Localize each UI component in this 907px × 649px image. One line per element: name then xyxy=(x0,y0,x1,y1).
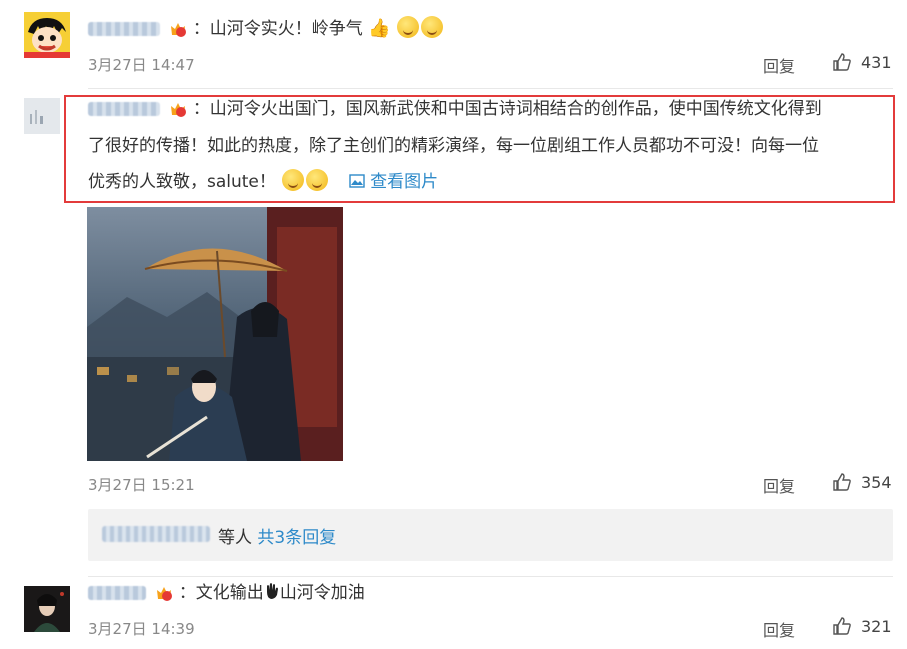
picture-icon xyxy=(349,174,365,188)
comment-time: 3月27日 14:47 xyxy=(88,56,195,74)
comment-text: ：山河令实火！岭争气 👍 xyxy=(88,12,444,46)
thumbs-up-icon[interactable] xyxy=(832,472,852,492)
divider xyxy=(88,88,893,89)
emoji-icon xyxy=(282,169,305,191)
comment-text: ：文化输出 山河令加油 xyxy=(88,576,365,610)
emoji-icon xyxy=(397,16,420,38)
like-count: 321 xyxy=(861,617,892,636)
reply-button[interactable]: 回复 xyxy=(763,53,795,77)
reply-button[interactable]: 回复 xyxy=(763,473,795,497)
view-picture-link[interactable]: 查看图片 xyxy=(349,172,438,192)
avatar[interactable] xyxy=(24,586,70,632)
username[interactable] xyxy=(88,102,160,116)
thumbs-up-icon[interactable] xyxy=(832,52,852,72)
thumbs-up-icon[interactable] xyxy=(832,616,852,636)
comment-text-line-1: ：山河令火出国门，国风新武侠和中国古诗词相结合的创作品，使中国传统文化得到 xyxy=(88,92,822,126)
comment-text-line-2: 了很好的传播！如此的热度，除了主创们的精彩演绎，每一位剧组工作人员都功不可没！向… xyxy=(88,136,819,156)
vip-crown-icon xyxy=(157,587,173,601)
reply-button[interactable]: 回复 xyxy=(763,617,795,641)
like-count: 354 xyxy=(861,473,892,492)
avatar[interactable] xyxy=(24,98,60,134)
wave-hand-icon xyxy=(266,583,278,599)
vip-crown-icon xyxy=(171,23,187,37)
emoji-icon xyxy=(421,16,444,38)
like-count: 431 xyxy=(861,53,892,72)
reply-usernames[interactable] xyxy=(102,526,210,542)
emoji-icon xyxy=(306,169,329,191)
username[interactable] xyxy=(88,22,160,36)
comment-time: 3月27日 15:21 xyxy=(88,476,195,494)
username[interactable] xyxy=(88,586,146,600)
attached-photo[interactable] xyxy=(87,207,343,461)
sub-replies-box: 等人 共3条回复 xyxy=(88,509,893,561)
view-replies-link[interactable]: 共3条回复 xyxy=(257,528,336,548)
thumbs-up-emoji-icon: 👍 xyxy=(368,18,391,39)
sub-replies-summary: 等人 共3条回复 xyxy=(218,528,337,548)
avatar[interactable] xyxy=(24,12,70,58)
comment-text-line-3: 优秀的人致敬，salute！ 查看图片 xyxy=(88,165,438,199)
comment-time: 3月27日 14:39 xyxy=(88,620,195,638)
vip-crown-icon xyxy=(171,103,187,117)
